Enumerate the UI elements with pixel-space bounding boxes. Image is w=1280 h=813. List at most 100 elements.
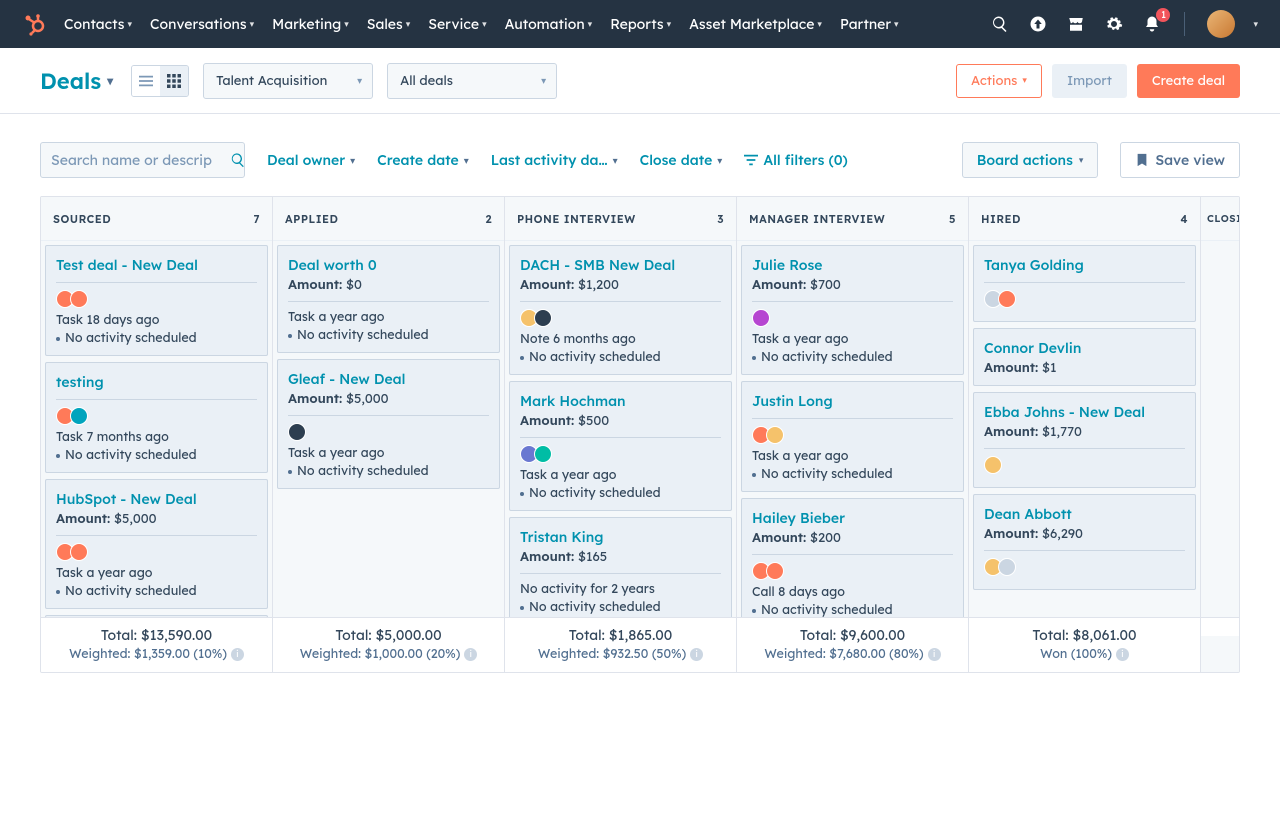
deal-card[interactable]: Tanya Golding	[973, 245, 1196, 322]
nav-item-sales[interactable]: Sales▾	[367, 15, 410, 33]
column-count: 7	[253, 212, 260, 226]
deal-card[interactable]: Connor Devlin Amount: $1	[973, 328, 1196, 386]
associated-avatars	[984, 290, 1185, 308]
deal-card[interactable]: HubSpot - New DealAmount: $5,000Task a y…	[45, 479, 268, 609]
card-activity-meta: Task 7 months ago	[56, 429, 257, 445]
info-icon[interactable]: i	[690, 648, 703, 661]
account-menu-caret[interactable]: ▾	[1253, 19, 1258, 30]
deal-card[interactable]: Justin LongTask a year agoNo activity sc…	[741, 381, 964, 492]
avatar-icon	[984, 456, 1002, 474]
settings-icon[interactable]	[1104, 14, 1124, 34]
card-title: Tanya Golding	[984, 256, 1185, 274]
card-title: Dean Abbott	[984, 505, 1185, 523]
info-icon[interactable]: i	[231, 648, 244, 661]
all-filters-button[interactable]: All filters (0)	[744, 151, 847, 169]
card-amount: Amount: $1,200	[520, 277, 721, 293]
card-amount: Amount: $500	[520, 413, 721, 429]
search-icon[interactable]	[230, 152, 246, 168]
chevron-down-icon: ▾	[541, 74, 546, 87]
deal-card[interactable]: Test deal - New DealTask 18 days agoNo a…	[45, 245, 268, 356]
card-amount: Amount: $200	[752, 530, 953, 546]
nav-item-partner[interactable]: Partner▾	[840, 15, 899, 33]
deal-card[interactable]: Hailey BieberAmount: $200Call 8 days ago…	[741, 498, 964, 617]
column-name: HIRED	[981, 212, 1021, 226]
page-title[interactable]: Deals ▾	[40, 67, 113, 95]
chevron-down-icon: ▾	[344, 19, 349, 30]
info-icon[interactable]: i	[928, 648, 941, 661]
board-view-button[interactable]	[160, 66, 188, 96]
nav-item-automation[interactable]: Automation▾	[505, 15, 593, 33]
nav-item-marketing[interactable]: Marketing▾	[272, 15, 349, 33]
upgrade-icon[interactable]	[1028, 14, 1048, 34]
nav-item-asset-marketplace[interactable]: Asset Marketplace▾	[689, 15, 822, 33]
import-button[interactable]: Import	[1052, 64, 1127, 98]
view-select[interactable]: All deals▾	[387, 63, 557, 99]
column-sourced: SOURCED7Test deal - New DealTask 18 days…	[41, 197, 273, 672]
hubspot-logo-icon[interactable]	[22, 12, 46, 36]
avatar-icon	[534, 445, 552, 463]
pipeline-select[interactable]: Talent Acquisition▾	[203, 63, 373, 99]
filter-last-activity[interactable]: Last activity da…▾	[491, 151, 618, 169]
column-count: 2	[485, 212, 492, 226]
chevron-down-icon: ▾	[894, 19, 899, 30]
list-view-button[interactable]	[132, 66, 160, 96]
column-total: Total: $13,590.00	[49, 626, 264, 644]
card-title: Connor Devlin	[984, 339, 1185, 357]
card-title: DACH - SMB New Deal	[520, 256, 721, 274]
nav-item-contacts[interactable]: Contacts▾	[64, 15, 132, 33]
column-body: Julie RoseAmount: $700Task a year agoNo …	[737, 241, 968, 617]
deal-card[interactable]: Ebba Johns - New DealAmount: $1,770	[973, 392, 1196, 488]
nav-item-conversations[interactable]: Conversations▾	[150, 15, 254, 33]
chevron-down-icon: ▾	[250, 19, 255, 30]
filter-create-date[interactable]: Create date▾	[377, 151, 469, 169]
associated-avatars	[752, 562, 953, 580]
nav-divider	[1184, 12, 1185, 36]
page-header: Deals ▾ Talent Acquisition▾ All deals▾ A…	[0, 48, 1280, 114]
board-actions-button[interactable]: Board actions▾	[962, 142, 1099, 178]
search-icon[interactable]	[990, 14, 1010, 34]
avatar-icon	[70, 290, 88, 308]
avatar-icon	[288, 423, 306, 441]
column-weighted: Weighted: $1,359.00 (10%)i	[49, 646, 264, 662]
associated-avatars	[56, 407, 257, 425]
column-weighted: Weighted: $932.50 (50%)i	[513, 646, 728, 662]
card-amount: Amount: $1	[984, 360, 1185, 376]
actions-button[interactable]: Actions▾	[956, 64, 1042, 98]
column-hired: HIRED4Tanya GoldingConnor DevlinAmount: …	[969, 197, 1201, 672]
chevron-down-icon: ▾	[667, 19, 672, 30]
deal-card[interactable]: Dean AbbottAmount: $6,290	[973, 494, 1196, 590]
deal-card[interactable]: Gleaf - New DealAmount: $5,000Task a yea…	[277, 359, 500, 489]
info-icon[interactable]: i	[1116, 648, 1129, 661]
save-view-button[interactable]: Save view	[1120, 142, 1240, 178]
deal-card[interactable]: Tristan KingAmount: $165No activity for …	[509, 517, 732, 617]
filter-close-date[interactable]: Close date▾	[640, 151, 723, 169]
notifications-icon[interactable]: 1	[1142, 14, 1162, 34]
card-amount: Amount: $0	[288, 277, 489, 293]
card-amount: Amount: $1,770	[984, 424, 1185, 440]
column-footer: Total: $1,865.00 Weighted: $932.50 (50%)i	[505, 617, 736, 672]
card-no-activity: No activity scheduled	[520, 599, 721, 615]
deal-card[interactable]: testingTask 7 months agoNo activity sche…	[45, 362, 268, 473]
nav-item-service[interactable]: Service▾	[428, 15, 486, 33]
column-name: PHONE INTERVIEW	[517, 212, 636, 226]
deal-card[interactable]: Deal worth 0Amount: $0Task a year agoNo …	[277, 245, 500, 353]
info-icon[interactable]: i	[464, 648, 477, 661]
search-box	[40, 142, 245, 178]
card-title: Tristan King	[520, 528, 721, 546]
deal-card[interactable]: Julie RoseAmount: $700Task a year agoNo …	[741, 245, 964, 375]
nav-item-reports[interactable]: Reports▾	[610, 15, 671, 33]
avatar-icon	[766, 562, 784, 580]
chevron-down-icon: ▾	[588, 19, 593, 30]
column-total: Total: $1,865.00	[513, 626, 728, 644]
deal-card[interactable]: Mark HochmanAmount: $500Task a year agoN…	[509, 381, 732, 511]
view-toggle	[131, 65, 189, 97]
user-avatar[interactable]	[1207, 10, 1235, 38]
deal-card[interactable]: DACH - SMB New DealAmount: $1,200Note 6 …	[509, 245, 732, 375]
marketplace-icon[interactable]	[1066, 14, 1086, 34]
create-deal-label: Create deal	[1152, 73, 1225, 89]
card-no-activity: No activity scheduled	[520, 485, 721, 501]
column-weighted: Won (100%)i	[977, 646, 1192, 662]
create-deal-button[interactable]: Create deal	[1137, 64, 1240, 98]
search-input[interactable]	[51, 151, 230, 169]
filter-deal-owner[interactable]: Deal owner▾	[267, 151, 355, 169]
